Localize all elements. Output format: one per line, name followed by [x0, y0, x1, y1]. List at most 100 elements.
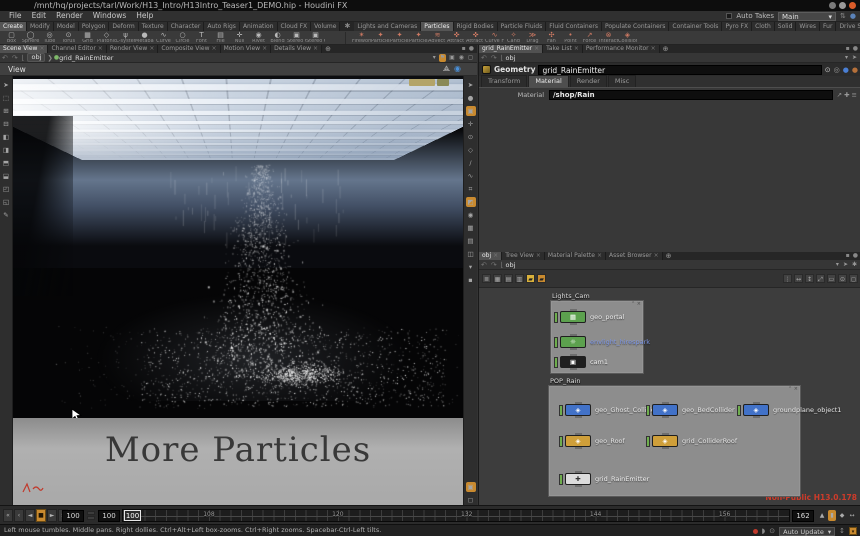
current-frame-marker[interactable]: 100: [124, 510, 141, 521]
display-flag[interactable]: [559, 474, 563, 485]
shelf-tool-advect-by[interactable]: ≋Advect by: [428, 31, 447, 45]
shelf-tab-solid[interactable]: Solid: [775, 22, 797, 31]
scene-3d-view[interactable]: [13, 76, 463, 418]
shelf-tab-auto-rigs[interactable]: Auto Rigs: [204, 22, 240, 31]
step-back-button[interactable]: ‹: [14, 509, 24, 522]
chevron-down-icon[interactable]: ▾: [835, 261, 840, 269]
path-node[interactable]: grid_RainEmitter: [59, 54, 113, 62]
playback-icon-1[interactable]: ▮: [828, 510, 836, 521]
node-icon[interactable]: ◈: [565, 404, 591, 416]
shelf-tool-point[interactable]: •Point: [561, 31, 580, 45]
shelf-tab-drive-simulation[interactable]: Drive Simulation: [836, 22, 860, 31]
pane-tab-scene-view[interactable]: Scene View×: [0, 45, 48, 53]
display-option-icon-1[interactable]: ●: [466, 93, 476, 103]
lock-icon[interactable]: ⌊: [499, 54, 506, 62]
shelf-tab-fluid-containers[interactable]: Fluid Containers: [546, 22, 602, 31]
persp-icon[interactable]: ◉: [458, 54, 465, 62]
display-option-icon-12[interactable]: ▤: [466, 236, 476, 246]
back-icon[interactable]: ↶: [479, 54, 489, 62]
viewport-tool-icon-1[interactable]: ⬚: [1, 93, 11, 103]
network-node-geo-bedcollider[interactable]: ◈geo_BedCollider: [646, 404, 735, 416]
layout-icon[interactable]: ◻: [467, 54, 474, 62]
node-icon[interactable]: ☼: [560, 336, 586, 348]
shelf-tab-cloud-fx[interactable]: Cloud FX: [278, 22, 312, 31]
lock-icon[interactable]: ⌊: [499, 261, 506, 269]
close-icon[interactable]: ×: [536, 252, 541, 260]
jump-start-button[interactable]: «: [3, 509, 13, 522]
shelf-tool-font[interactable]: TFont: [192, 31, 211, 45]
shelf-tab-fur[interactable]: Fur: [820, 22, 836, 31]
back-icon[interactable]: ↶: [0, 54, 10, 62]
viewport-content[interactable]: More Particles: [13, 76, 463, 505]
axis-triad-icon[interactable]: ⟁: [443, 64, 450, 74]
display-option-icon-15[interactable]: ▪: [466, 275, 476, 285]
snapshot-icon-0[interactable]: ▣: [466, 482, 476, 492]
minimize-button[interactable]: [829, 2, 836, 9]
shelf-tab-volume[interactable]: Volume: [311, 22, 340, 31]
display-flag[interactable]: [554, 357, 558, 368]
auto-update-selector[interactable]: Auto Update ▾: [779, 527, 835, 536]
record-dot-icon[interactable]: [753, 529, 758, 534]
net-toolbar-icon-3[interactable]: ▥: [515, 274, 524, 283]
net-view-icon-1[interactable]: ↔: [794, 274, 803, 283]
shelf-tool-fan[interactable]: ✣Fan: [542, 31, 561, 45]
shelf-tool-blend[interactable]: ◐Blend: [268, 31, 287, 45]
shelf-tab-container-tools[interactable]: Container Tools: [669, 22, 722, 31]
param-header-icon-3[interactable]: ●: [852, 66, 858, 74]
display-option-icon-13[interactable]: ◫: [466, 249, 476, 259]
auto-takes-checkbox[interactable]: [726, 13, 732, 19]
node-icon[interactable]: ▣: [560, 356, 586, 368]
new-tab-icon[interactable]: ⊕: [322, 45, 334, 53]
shelf-tool-curve[interactable]: ∿Curve: [154, 31, 173, 45]
forward-icon[interactable]: ↷: [489, 54, 499, 62]
shelf-tab-rigid-bodies[interactable]: Rigid Bodies: [454, 22, 498, 31]
shelf-tab-modify[interactable]: Modify: [27, 22, 54, 31]
network-node-grid-rainemitter[interactable]: ✚grid_RainEmitter: [559, 473, 649, 485]
jump-icon[interactable]: ➤: [842, 261, 849, 269]
playback-icon-3[interactable]: ↔: [848, 510, 856, 521]
shelf-tab-deform[interactable]: Deform: [109, 22, 138, 31]
display-option-icon-6[interactable]: /: [466, 158, 476, 168]
node-icon[interactable]: ◈: [565, 435, 591, 447]
display-option-icon-3[interactable]: ✛: [466, 119, 476, 129]
timeline-ruler[interactable]: 100 108120132144156: [122, 509, 790, 522]
shelf-tab-model[interactable]: Model: [54, 22, 79, 31]
range-end-field[interactable]: 162: [792, 510, 814, 522]
shelf-tool-particles-f[interactable]: ✦Particles f: [409, 31, 428, 45]
display-option-icon-10[interactable]: ◉: [466, 210, 476, 220]
shelf-tab-lights-and-cameras[interactable]: Lights and Cameras: [354, 22, 421, 31]
viewport-tool-icon-8[interactable]: ◰: [1, 184, 11, 194]
node-icon[interactable]: ◈: [652, 435, 678, 447]
shelf-tab-texture[interactable]: Texture: [139, 22, 168, 31]
shelf-tool-tube[interactable]: ◎Tube: [40, 31, 59, 45]
close-icon[interactable]: ×: [313, 45, 318, 53]
take-selector[interactable]: Main ▾: [778, 12, 836, 21]
pane-tab-material-palette[interactable]: Material Palette×: [545, 252, 606, 260]
display-option-icon-11[interactable]: ▦: [466, 223, 476, 233]
node-icon[interactable]: ✚: [565, 473, 591, 485]
pane-menu-icon[interactable]: ▪: [846, 252, 850, 260]
display-option-icon-5[interactable]: ◇: [466, 145, 476, 155]
display-option-icon-7[interactable]: ∿: [466, 171, 476, 181]
net-view-icon-5[interactable]: ⊙: [838, 274, 847, 283]
maximize-button[interactable]: [839, 2, 846, 9]
display-option-icon-4[interactable]: ⊙: [466, 132, 476, 142]
lock-icon[interactable]: ⌊: [20, 54, 27, 62]
update-mode-icon[interactable]: ▾: [849, 527, 857, 535]
pane-tab-composite-view[interactable]: Composite View×: [158, 45, 220, 53]
menu-windows[interactable]: Windows: [88, 11, 131, 21]
viewport-tool-icon-2[interactable]: ⊞: [1, 106, 11, 116]
shelf-gear-icon[interactable]: ✱: [340, 22, 354, 31]
viewport-tool-icon-6[interactable]: ⬒: [1, 158, 11, 168]
shelf-tool-interact[interactable]: ⊗Interact: [599, 31, 618, 45]
new-tab-icon[interactable]: ⊕: [660, 45, 672, 53]
menu-edit[interactable]: Edit: [27, 11, 52, 21]
close-icon[interactable]: ×: [149, 45, 154, 53]
pane-tab-performance-monitor[interactable]: Performance Monitor×: [583, 45, 660, 53]
net-toolbar-icon-2[interactable]: ▤: [504, 274, 513, 283]
display-option-icon-0[interactable]: ➤: [466, 80, 476, 90]
net-view-icon-4[interactable]: ▭: [827, 274, 836, 283]
shelf-tool-cand[interactable]: ✧Cand: [504, 31, 523, 45]
material-path-input[interactable]: /shop/Rain: [549, 90, 833, 100]
help-globe-icon[interactable]: ●: [850, 12, 856, 21]
